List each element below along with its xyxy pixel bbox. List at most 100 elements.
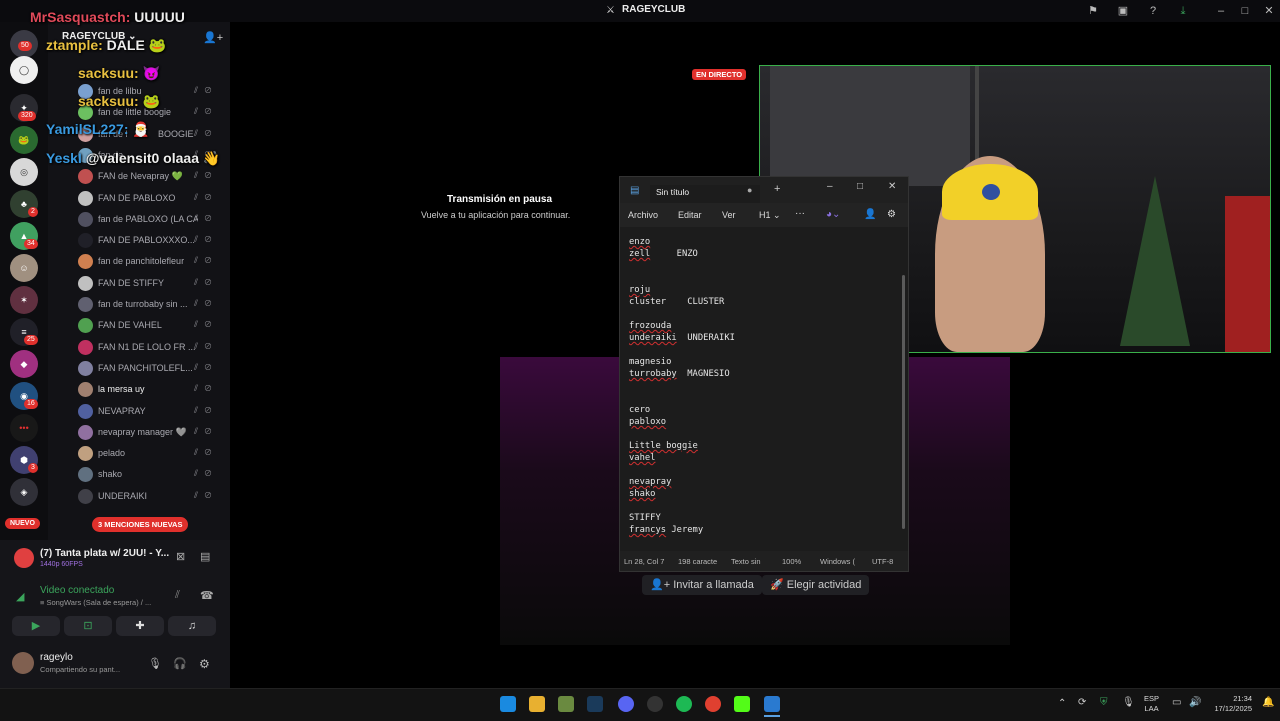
new-mentions-badge[interactable]: 3 MENCIONES NUEVAS: [92, 517, 189, 532]
profile-icon[interactable]: 👤: [864, 209, 876, 220]
voice-channel[interactable]: ≡ SongWars (Sala de espera) / ...: [40, 598, 151, 607]
activities-button[interactable]: ✚: [116, 616, 164, 636]
choose-activity-button[interactable]: 🚀 Elegir actividad: [762, 575, 870, 595]
server-icon[interactable]: ◎: [10, 158, 38, 186]
server-icon[interactable]: ◯: [10, 56, 38, 84]
discord-icon[interactable]: [618, 696, 634, 712]
chevron-up-icon[interactable]: ⌃: [1058, 698, 1066, 709]
maximize-icon[interactable]: □: [857, 181, 863, 192]
camera-button[interactable]: ▶: [12, 616, 60, 636]
username[interactable]: rageylo: [40, 652, 73, 663]
noise-suppression-icon[interactable]: ⫽: [175, 589, 180, 602]
shield-icon[interactable]: ⛨: [1100, 697, 1108, 708]
minimize-icon[interactable]: –: [1214, 4, 1228, 18]
server-icon[interactable]: ◈: [10, 478, 38, 506]
muted-deafened-icon: ⫽ ⊘: [194, 170, 214, 180]
microphone-icon[interactable]: 🎙: [1122, 697, 1135, 708]
sync-icon[interactable]: ⟳: [1078, 697, 1086, 708]
screen-icon[interactable]: ▣: [1116, 4, 1130, 18]
microphone-icon[interactable]: 🎙: [148, 657, 162, 670]
member-item[interactable]: la mersa uy ⫽ ⊘: [74, 380, 224, 400]
activity-title[interactable]: (7) Tanta plata w/ 2UU! - Y...: [40, 548, 170, 559]
member-item[interactable]: FAN DE VAHEL ⫽ ⊘: [74, 316, 224, 336]
text-format[interactable]: Texto sin: [731, 557, 761, 566]
steam-icon[interactable]: [587, 696, 603, 712]
server-icon[interactable]: ☺: [10, 254, 38, 282]
server-icon[interactable]: ✶: [10, 286, 38, 314]
member-item[interactable]: fan de panchitolefleur ⫽ ⊘: [74, 252, 224, 272]
help-icon[interactable]: ?: [1146, 4, 1160, 18]
member-item[interactable]: FAN DE PABLOXO ⫽ ⊘: [74, 189, 224, 209]
screen-share-button[interactable]: ⊡: [64, 616, 112, 636]
member-item[interactable]: FAN DE STIFFY ⫽ ⊘: [74, 274, 224, 294]
member-item[interactable]: nevapray manager 🩶 ⫽ ⊘: [74, 423, 224, 443]
tab-title[interactable]: Sin título: [656, 187, 689, 197]
scrollbar[interactable]: [902, 275, 905, 529]
clock[interactable]: 21:34 17/12/2025: [1210, 694, 1252, 714]
rocket-icon: 🚀: [770, 579, 787, 591]
server-icon[interactable]: ◆: [10, 350, 38, 378]
close-icon[interactable]: ✕: [1262, 4, 1276, 18]
member-item[interactable]: fan de PABLOXO (LA CA... ⫽ ⊘: [74, 210, 224, 230]
language-indicator[interactable]: ESP LAA: [1144, 694, 1159, 714]
network-icon[interactable]: ▭: [1172, 697, 1181, 708]
headphones-icon[interactable]: 🎧: [173, 657, 187, 670]
more-icon[interactable]: ···: [795, 208, 805, 219]
unsaved-dot-icon[interactable]: ●: [747, 185, 752, 195]
start-icon[interactable]: [500, 696, 516, 712]
invite-to-call-button[interactable]: 👤+ Invitar a llamada: [642, 575, 762, 595]
line-ending[interactable]: Windows (: [820, 557, 855, 566]
member-item[interactable]: FAN de Nevapray 💚 ⫽ ⊘: [74, 167, 224, 187]
member-item[interactable]: FAN DE PABLOXXXO... ⫽ ⊘: [74, 231, 224, 251]
member-item[interactable]: FAN PANCHITOLEFL... ⫽ ⊘: [74, 359, 224, 379]
stop-stream-icon[interactable]: ⊠: [176, 550, 185, 563]
minimize-icon[interactable]: –: [827, 181, 833, 192]
close-icon[interactable]: ✕: [888, 181, 896, 192]
menu-file[interactable]: Archivo: [628, 210, 658, 220]
window-title: RAGEYCLUB: [622, 4, 686, 15]
muted-deafened-icon: ⫽ ⊘: [194, 234, 214, 244]
chrome-icon[interactable]: [705, 696, 721, 712]
muted-deafened-icon: ⫽ ⊘: [194, 106, 214, 116]
text-editor[interactable]: enzo zell ENZO roju cluster CLUSTER frozouda…: [620, 227, 908, 551]
heading-dropdown[interactable]: H1 ⌄: [759, 210, 781, 221]
new-tab-icon[interactable]: +: [774, 183, 780, 195]
member-item[interactable]: fan de turrobaby sin ... ⫽ ⊘: [74, 295, 224, 315]
notepad-taskbar-icon[interactable]: [764, 696, 780, 712]
server-icon[interactable]: 🐸: [10, 126, 38, 154]
activity-icon: [14, 548, 34, 568]
add-member-icon[interactable]: 👤+: [203, 31, 223, 44]
notifications-icon[interactable]: 🔔: [1262, 697, 1274, 708]
settings-gear-icon[interactable]: ⚙: [887, 209, 896, 220]
menu-edit[interactable]: Editar: [678, 210, 702, 220]
zoom-level[interactable]: 100%: [782, 557, 801, 566]
avatar[interactable]: [12, 652, 34, 674]
member-item[interactable]: FAN N1 DE LOLO FR ... ⫽ ⊘: [74, 338, 224, 358]
settings-gear-icon[interactable]: ⚙: [199, 657, 210, 671]
encoding[interactable]: UTF-8: [872, 557, 893, 566]
obs-icon[interactable]: [647, 696, 663, 712]
muted-deafened-icon: ⫽ ⊘: [194, 405, 214, 415]
member-item[interactable]: UNDERAIKI ⫽ ⊘: [74, 487, 224, 507]
kick-icon[interactable]: [734, 696, 750, 712]
app-icon[interactable]: [558, 696, 574, 712]
disconnect-icon[interactable]: ☎: [200, 589, 214, 602]
muted-deafened-icon: ⫽ ⊘: [194, 85, 214, 95]
volume-icon[interactable]: 🔊: [1189, 697, 1201, 708]
member-item[interactable]: shako ⫽ ⊘: [74, 465, 224, 485]
member-name: FAN DE PABLOXO: [98, 193, 176, 203]
screen-share-icon[interactable]: ▤: [200, 550, 210, 563]
maximize-icon[interactable]: □: [1238, 4, 1252, 18]
server-icon[interactable]: •••: [10, 414, 38, 442]
spotify-icon[interactable]: [676, 696, 692, 712]
soundboard-button[interactable]: ♫: [168, 616, 216, 636]
member-item[interactable]: NEVAPRAY ⫽ ⊘: [74, 402, 224, 422]
member-item[interactable]: pelado ⫽ ⊘: [74, 444, 224, 464]
copilot-icon[interactable]: ◕⌄: [826, 209, 840, 220]
file-explorer-icon[interactable]: [529, 696, 545, 712]
download-icon[interactable]: ⤓: [1176, 4, 1190, 18]
menu-view[interactable]: Ver: [722, 210, 736, 220]
char-count: 198 caracte: [678, 557, 718, 566]
inbox-icon[interactable]: ⚑: [1086, 4, 1100, 18]
